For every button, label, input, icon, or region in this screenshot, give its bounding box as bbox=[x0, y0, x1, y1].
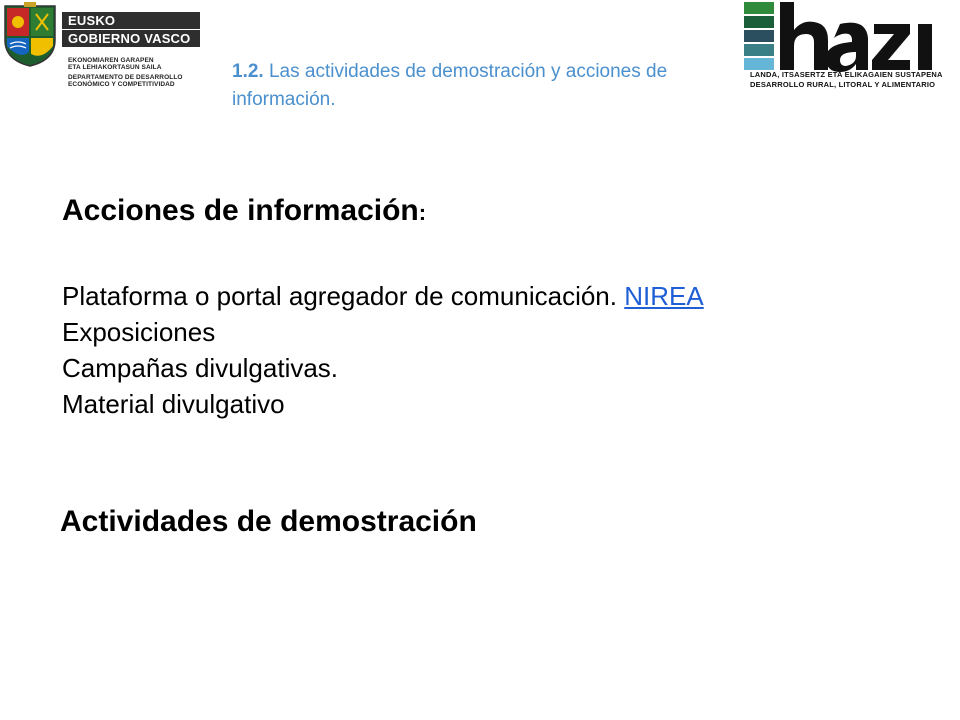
dept-es-line2: ECONÓMICO Y COMPETITIVIDAD bbox=[68, 81, 175, 88]
hazi-logo: LANDA, ITSASERTZ ETA ELIKAGAIEN SUSTAPEN… bbox=[744, 0, 960, 94]
nirea-link[interactable]: NIREA bbox=[624, 281, 703, 311]
dept-eu-line1: EKONOMIAREN GARAPEN bbox=[68, 57, 154, 64]
hazi-tagline-es: DESARROLLO RURAL, LITORAL Y ALIMENTARIO bbox=[750, 80, 936, 89]
actividades-heading: Actividades de demostración bbox=[60, 505, 477, 538]
acciones-heading-colon: : bbox=[418, 200, 427, 225]
section-subtitle: 1.2. Las actividades de demostración y a… bbox=[232, 58, 712, 114]
dept-eu-line2: ETA LEHIAKORTASUN SAILA bbox=[68, 64, 162, 71]
gv-logo-line1: EUSKO JAURLARITZA bbox=[62, 12, 200, 45]
list-item: Plataforma o portal agregador de comunic… bbox=[62, 278, 704, 314]
dept-es-line1: DEPARTAMENTO DE DESARROLLO bbox=[68, 74, 183, 81]
acciones-heading: Acciones de información: bbox=[62, 194, 426, 228]
list-item: Exposiciones bbox=[62, 317, 216, 347]
acciones-list: Plataforma o portal agregador de comunic… bbox=[62, 278, 704, 422]
list-item: Campañas divulgativas. bbox=[62, 353, 339, 383]
basque-crest-icon bbox=[4, 2, 56, 67]
list-item-text: Plataforma o portal agregador de comunic… bbox=[62, 281, 617, 311]
section-subtitle-text: Las actividades de demostración y accion… bbox=[232, 61, 668, 110]
gobierno-vasco-logo: EUSKO JAURLARITZA GOBIERNO VASCO EKONOMI… bbox=[2, 2, 202, 94]
hazi-tagline-eu: LANDA, ITSASERTZ ETA ELIKAGAIEN SUSTAPEN… bbox=[750, 70, 943, 79]
section-number: 1.2. bbox=[232, 61, 264, 82]
acciones-heading-text: Acciones de información bbox=[62, 194, 419, 227]
list-item: Material divulgativo bbox=[62, 389, 285, 419]
gv-logo-line2: GOBIERNO VASCO bbox=[62, 30, 200, 47]
